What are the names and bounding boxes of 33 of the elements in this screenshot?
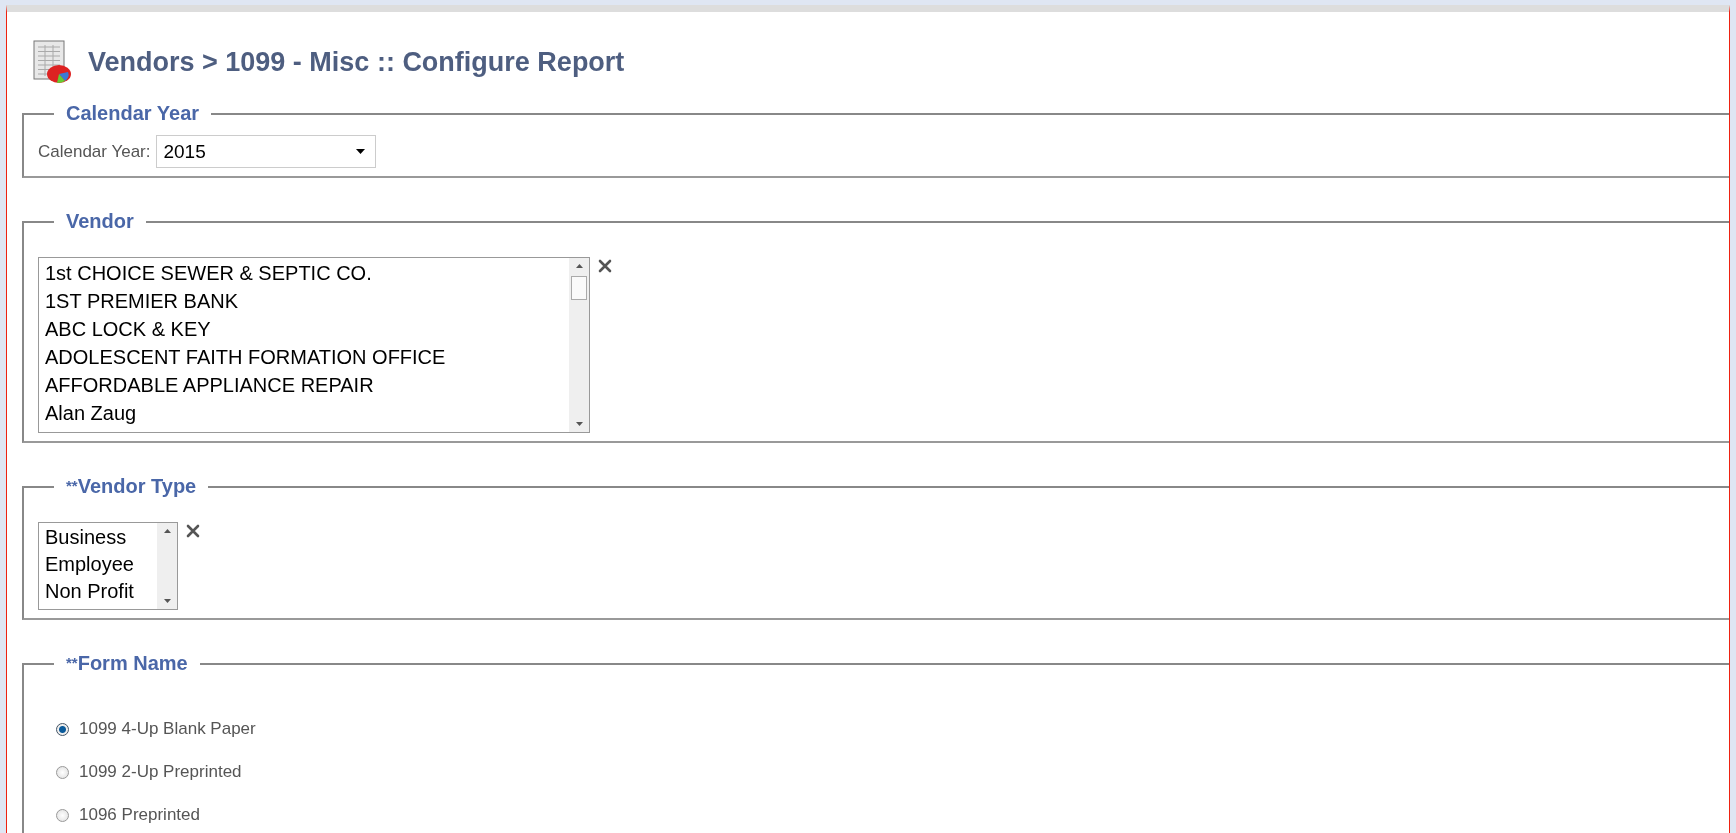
radio-button[interactable] (56, 808, 69, 822)
list-option[interactable]: 1ST PREMIER BANK (45, 287, 563, 315)
list-box[interactable]: 1st CHOICE SEWER & SEPTIC CO. 1ST PREMIER BANK ABC LOCK & KEY ADOLESCENT FAITH FORMATION OFFICE AFFORDABLE APPLIANCE REPAIR Alan Zaug (38, 257, 590, 433)
radio-label[interactable]: 1096 Preprinted (79, 805, 200, 825)
radio-label[interactable]: 1099 4-Up Blank Paper (79, 719, 256, 739)
list-option[interactable]: AFFORDABLE APPLIANCE REPAIR (45, 371, 563, 399)
clear-icon[interactable] (186, 524, 200, 538)
scroll-up-icon[interactable] (163, 529, 171, 533)
page-title: Vendors > 1099 - Misc :: Configure Report (88, 46, 625, 78)
list-option[interactable]: ADOLESCENT FAITH FORMATION OFFICE (45, 343, 563, 371)
section-legend: Calendar Year (54, 102, 212, 125)
list-option[interactable]: Non Profit (45, 578, 151, 605)
scroll-thumb[interactable] (571, 276, 587, 300)
scroll-down-icon[interactable] (575, 422, 583, 426)
list-option[interactable]: 1st CHOICE SEWER & SEPTIC CO. (45, 259, 563, 287)
list-option[interactable]: ABC LOCK & KEY (45, 315, 563, 343)
caret-icon (356, 149, 366, 154)
radio-button[interactable] (56, 722, 69, 736)
scroll-up-icon[interactable] (575, 264, 583, 268)
clear-icon[interactable] (598, 259, 612, 273)
year-dropdown[interactable]: 2015 (156, 135, 377, 168)
list-option[interactable]: Alan Zaug (45, 399, 563, 427)
scrollbar[interactable] (157, 523, 177, 609)
scroll-down-icon[interactable] (163, 599, 171, 603)
scrollbar[interactable] (569, 258, 589, 432)
list-option[interactable]: Business (45, 524, 151, 551)
report-icon (32, 40, 72, 84)
radio-label[interactable]: 1099 2-Up Preprinted (79, 762, 242, 782)
section-legend: Vendor (54, 210, 146, 233)
radio-button[interactable] (56, 765, 69, 779)
field-label: Calendar Year: (38, 141, 151, 162)
list-box[interactable]: Business Employee Non Profit (38, 522, 178, 610)
list-option[interactable]: Employee (45, 551, 151, 578)
